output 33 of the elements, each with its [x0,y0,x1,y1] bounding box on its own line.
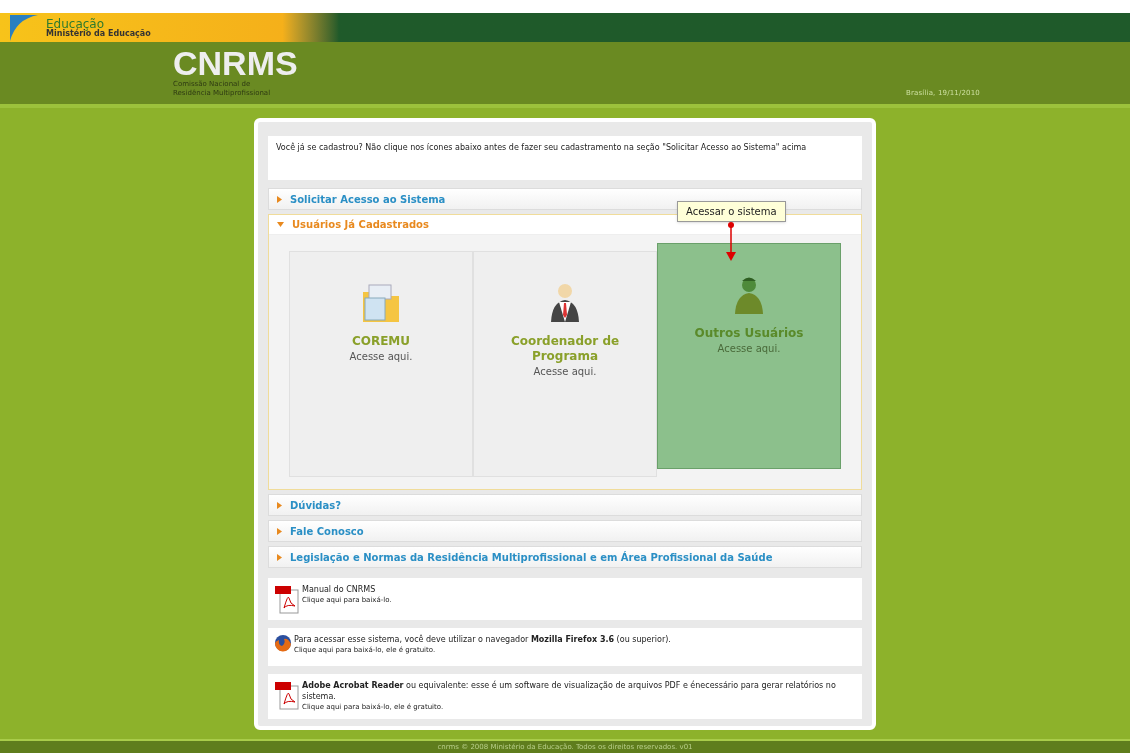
caret-right-icon [277,195,282,203]
gov-title: Educação [46,17,106,30]
access-tile[interactable]: COREMU Acesse aqui. [289,251,473,477]
notice-text: Manual do CNRMS [302,584,377,595]
notice-text: Adobe Acrobat Reader ou equivalente: esse é um software de visualização de arquivos PDF e énecessário para gerar relatórios no sistema. [302,680,837,702]
tile-title: COREMU [350,334,412,349]
caret-right-icon [277,527,282,535]
pdf-file-icon [274,680,300,710]
pointer-arrow [726,222,737,262]
gov-subtitle: Ministério da Educação [46,29,151,38]
intro-text: Você já se cadastrou? Não clique nos ícones abaixo antes de fazer seu cadastramento na seção "Solicitar Acesso ao Sistema" acima [268,136,862,180]
accordion-header[interactable]: Fale Conosco [269,521,861,541]
folder-icon [361,282,401,324]
notice-text: Para acessar esse sistema, você deve utilizar o navegador Mozilla Firefox 3.6 (ou superior). [294,634,671,645]
businessman-icon [548,282,582,324]
access-tile[interactable]: Outros Usuários Acesse aqui. [657,243,841,469]
flag-icon [10,14,38,41]
tile-title: Outros Usuários [694,326,804,341]
accordion-header[interactable]: Dúvidas? [269,495,861,515]
tile-title: Coordenador de Programa [510,334,620,364]
tile-link: Acesse aqui. [533,365,597,379]
pdf-file-icon [274,584,300,614]
accordion-header[interactable]: Usuários Já Cadastrados [269,215,861,235]
tile-link: Acesse aqui. [717,342,781,356]
caret-right-icon [277,501,282,509]
caret-right-icon [277,553,282,561]
accordion-header[interactable]: Legislação e Normas da Residência Multiprofissional e em Área Profissional da Saúde [269,547,861,567]
access-tile[interactable]: Coordenador de Programa Acesse aqui. [473,251,657,477]
tooltip: Acessar o sistema [677,201,786,222]
tile-link: Acesse aqui. [349,350,413,364]
browser-icon [274,634,292,652]
logo: CNRMS [173,46,298,80]
caret-down-icon [277,222,284,227]
